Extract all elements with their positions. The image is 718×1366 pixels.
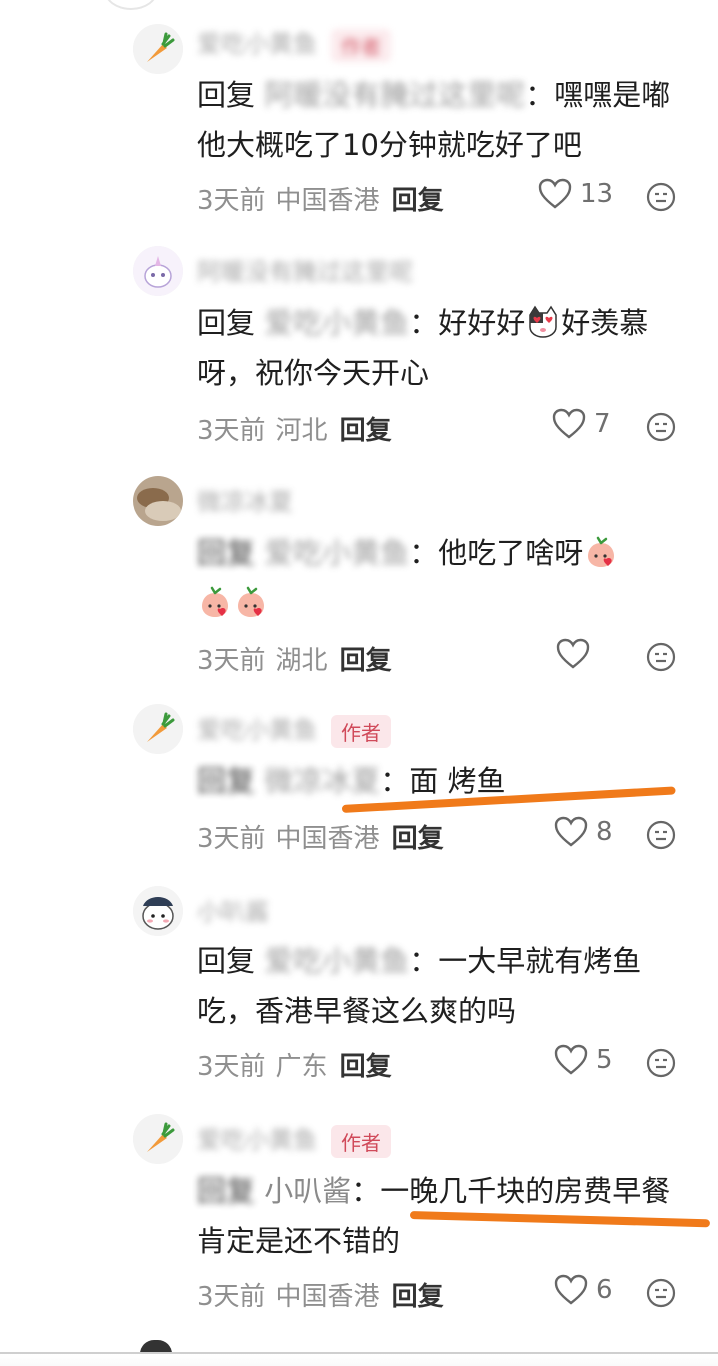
carrot-icon xyxy=(133,704,183,754)
username[interactable]: 微凉冰夏 xyxy=(197,482,293,517)
username[interactable]: 爱吃小黄鱼 作者 xyxy=(197,1120,391,1158)
avatar[interactable] xyxy=(133,1114,183,1164)
reply-button[interactable]: 回复 xyxy=(340,1052,392,1082)
carrot-icon xyxy=(133,24,183,74)
avatar[interactable] xyxy=(133,476,183,526)
peach-emoji-icon xyxy=(584,535,618,569)
location: 广东 xyxy=(275,1052,328,1082)
reply-button[interactable]: 回复 xyxy=(340,646,392,676)
username[interactable]: 阿暖没有腌过这里呢 xyxy=(197,252,413,287)
username[interactable]: 小叭酱 xyxy=(197,892,269,927)
like-button[interactable]: 8 xyxy=(554,816,613,848)
peach-emoji-icon xyxy=(198,585,232,619)
avatar[interactable] xyxy=(133,886,183,936)
timestamp: 3天前 xyxy=(197,1052,266,1082)
reply-target[interactable]: 小叭酱 xyxy=(264,1174,351,1208)
dislike-button[interactable] xyxy=(646,642,676,672)
reply-button[interactable]: 回复 xyxy=(392,1282,444,1312)
meh-face-icon xyxy=(646,642,676,672)
timestamp: 3天前 xyxy=(197,1282,266,1312)
comment-meta: 3天前 河北 回复 xyxy=(197,410,392,447)
dislike-button[interactable] xyxy=(646,412,676,442)
avatar[interactable] xyxy=(133,704,183,754)
like-button[interactable]: 7 xyxy=(552,408,611,440)
heart-icon xyxy=(554,816,588,847)
carrot-icon xyxy=(133,1114,183,1164)
comment-meta: 3天前 中国香港 回复 xyxy=(197,818,444,855)
heart-icon xyxy=(552,408,586,439)
comment-meta: 3天前 中国香港 回复 xyxy=(197,1276,444,1313)
meh-face-icon xyxy=(646,182,676,212)
location: 中国香港 xyxy=(275,824,380,854)
dislike-button[interactable] xyxy=(646,1278,676,1308)
username[interactable]: 爱吃小黄鱼 作者 xyxy=(197,710,391,748)
author-badge: 作者 xyxy=(331,1124,391,1158)
comment-meta: 3天前 湖北 回复 xyxy=(197,640,392,677)
timestamp: 3天前 xyxy=(197,416,266,446)
peach-emoji-icon xyxy=(234,585,268,619)
timestamp: 3天前 xyxy=(197,646,266,676)
reply-target[interactable]: 爱吃小黄鱼 xyxy=(264,306,409,340)
reply-target[interactable]: 爱吃小黄鱼 xyxy=(264,536,409,570)
reply-button[interactable]: 回复 xyxy=(340,416,392,446)
timestamp: 3天前 xyxy=(197,824,266,854)
comment-meta: 3天前 中国香港 回复 xyxy=(197,180,444,217)
author-badge: 作者 xyxy=(331,714,391,748)
reply-target[interactable]: 爱吃小黄鱼 xyxy=(264,944,409,978)
location: 中国香港 xyxy=(275,186,380,216)
heart-icon xyxy=(554,1274,588,1305)
comment-text: 回复 阿暖没有腌过这里呢：嘿嘿是嘟 他大概吃了10分钟就吃好了吧 xyxy=(197,78,680,162)
like-count: 7 xyxy=(594,409,611,439)
meh-face-icon xyxy=(646,412,676,442)
meh-face-icon xyxy=(646,1278,676,1308)
reply-target[interactable]: 阿暖没有腌过这里呢 xyxy=(264,78,525,112)
reply-button[interactable]: 回复 xyxy=(392,186,444,216)
photo-avatar-icon xyxy=(133,476,183,526)
like-count: 8 xyxy=(596,817,613,847)
heart-icon xyxy=(538,178,572,209)
like-count: 13 xyxy=(580,179,614,209)
username[interactable]: 爱吃小黄鱼 作者 xyxy=(197,24,391,62)
location: 湖北 xyxy=(275,646,328,676)
location: 中国香港 xyxy=(275,1282,380,1312)
dislike-button[interactable] xyxy=(646,820,676,850)
meh-face-icon xyxy=(646,1048,676,1078)
like-button[interactable]: 13 xyxy=(538,178,613,210)
like-count: 6 xyxy=(596,1275,613,1305)
like-button[interactable] xyxy=(556,638,590,670)
avatar[interactable] xyxy=(133,24,183,74)
comment-text: 回复 爱吃小黄鱼：好好好 好羡慕呀，祝你今天开心 xyxy=(197,305,649,390)
meh-face-icon xyxy=(646,820,676,850)
previous-avatar xyxy=(104,0,158,10)
location: 河北 xyxy=(275,416,328,446)
heart-icon xyxy=(554,1044,588,1075)
timestamp: 3天前 xyxy=(197,186,266,216)
comment-text: 回复 爱吃小黄鱼：他吃了啥呀 xyxy=(197,528,697,628)
unicorn-icon xyxy=(133,246,183,296)
dislike-button[interactable] xyxy=(646,1048,676,1078)
heart-eyes-cat-emoji-icon xyxy=(526,305,560,339)
like-count: 5 xyxy=(596,1045,613,1075)
reply-button[interactable]: 回复 xyxy=(392,824,444,854)
comment-text: 回复 爱吃小黄鱼：一大早就有烤鱼吃，香港早餐这么爽的吗 xyxy=(197,944,642,1028)
author-badge: 作者 xyxy=(331,28,391,62)
like-button[interactable]: 6 xyxy=(554,1274,613,1306)
comment-meta: 3天前 广东 回复 xyxy=(197,1046,392,1083)
heart-icon xyxy=(556,638,590,669)
reply-target[interactable]: 微凉冰夏 xyxy=(264,764,380,798)
dislike-button[interactable] xyxy=(646,182,676,212)
avatar[interactable] xyxy=(133,246,183,296)
cartoon-avatar-icon xyxy=(133,886,183,936)
like-button[interactable]: 5 xyxy=(554,1044,613,1076)
